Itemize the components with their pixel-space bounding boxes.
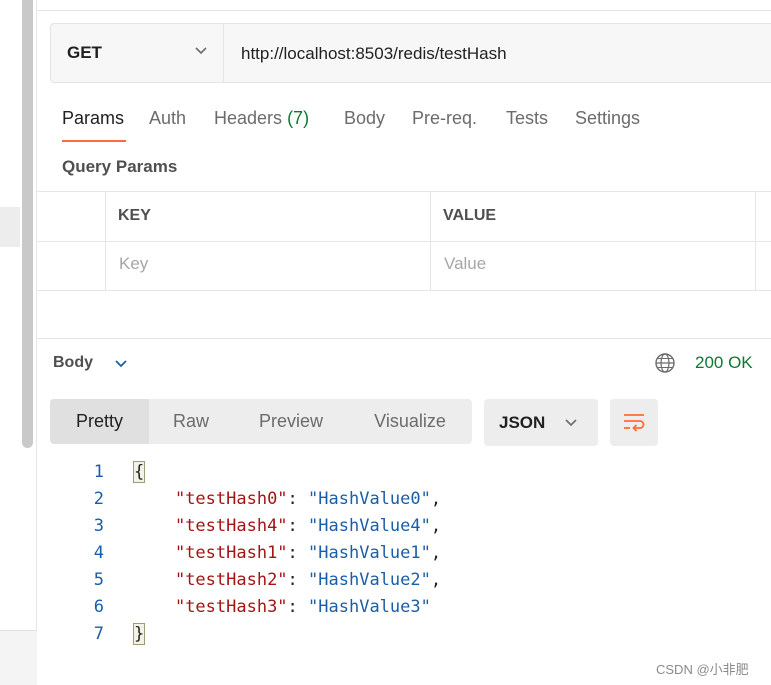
response-divider xyxy=(37,338,771,339)
chevron-down-icon xyxy=(565,419,577,427)
wrap-lines-icon xyxy=(624,414,645,432)
code-line: 5 "testHash2": "HashValue2", xyxy=(0,570,771,597)
tab-headers-label: Headers xyxy=(214,108,283,128)
key-input[interactable]: Key xyxy=(119,254,148,274)
sidebar-scrollbar[interactable] xyxy=(22,0,33,448)
format-select[interactable]: JSON xyxy=(484,399,598,446)
method-label: GET xyxy=(67,43,102,62)
table-column-divider xyxy=(755,192,756,290)
globe-icon[interactable] xyxy=(654,352,676,374)
chevron-down-icon xyxy=(195,47,207,55)
code-text: "testHash0": "HashValue0", xyxy=(134,489,441,509)
code-text: "testHash3": "HashValue3" xyxy=(134,597,431,617)
json-comma: , xyxy=(430,489,442,509)
json-separator: : xyxy=(287,570,309,590)
json-comma: , xyxy=(430,543,442,563)
code-line: 2 "testHash0": "HashValue0", xyxy=(0,489,771,516)
query-params-table: KEY VALUE Key Value xyxy=(37,191,771,291)
line-number: 2 xyxy=(93,489,104,509)
line-number: 6 xyxy=(93,597,104,617)
json-key: "testHash0" xyxy=(174,489,288,509)
line-number: 3 xyxy=(93,516,104,536)
tab-settings[interactable]: Settings xyxy=(575,108,640,129)
line-number: 4 xyxy=(93,543,104,563)
code-line: 3 "testHash4": "HashValue4", xyxy=(0,516,771,543)
headers-count-badge: (7) xyxy=(287,108,310,128)
json-comma: , xyxy=(430,516,442,536)
watermark: CSDN @小非肥 xyxy=(656,662,749,677)
line-number: 5 xyxy=(93,570,104,590)
chevron-down-icon[interactable] xyxy=(112,355,130,373)
active-tab-indicator xyxy=(62,140,126,142)
query-params-title: Query Params xyxy=(62,157,178,176)
url-input[interactable]: http://localhost:8503/redis/testHash xyxy=(241,44,507,64)
tab-params[interactable]: Params xyxy=(62,108,124,129)
json-key: "testHash1" xyxy=(174,543,288,563)
table-column-divider xyxy=(430,192,431,290)
json-value: "HashValue4" xyxy=(308,516,431,536)
json-value: "HashValue3" xyxy=(308,597,431,617)
line-number: 7 xyxy=(93,624,104,644)
json-value: "HashValue2" xyxy=(308,570,431,590)
status-badge[interactable]: 200 OK xyxy=(695,353,753,373)
view-tab-pretty[interactable]: Pretty xyxy=(50,399,149,444)
json-key: "testHash4" xyxy=(174,516,288,536)
code-line: 4 "testHash1": "HashValue1", xyxy=(0,543,771,570)
json-comma: , xyxy=(430,570,442,590)
tab-pre-request[interactable]: Pre-req. xyxy=(412,108,477,129)
json-separator: : xyxy=(287,597,309,617)
code-line: 7 } xyxy=(0,623,771,651)
json-value: "HashValue0" xyxy=(308,489,431,509)
json-separator: : xyxy=(287,543,309,563)
json-key: "testHash2" xyxy=(174,570,288,590)
top-divider xyxy=(37,10,771,11)
code-line: 6 "testHash3": "HashValue3" xyxy=(0,597,771,624)
column-header-key: KEY xyxy=(118,207,151,224)
response-view-tabs: Pretty Raw Preview Visualize xyxy=(50,399,472,444)
json-brace: } xyxy=(132,623,146,645)
line-number: 1 xyxy=(93,462,104,482)
json-key: "testHash3" xyxy=(174,597,288,617)
code-text: { xyxy=(132,461,146,483)
json-brace: { xyxy=(132,461,146,483)
method-select[interactable]: GET xyxy=(51,24,224,82)
json-separator: : xyxy=(287,516,309,536)
json-value: "HashValue1" xyxy=(308,543,431,563)
code-text: "testHash1": "HashValue1", xyxy=(134,543,441,563)
code-text: "testHash2": "HashValue2", xyxy=(134,570,441,590)
code-text: } xyxy=(132,623,146,645)
view-tab-visualize[interactable]: Visualize xyxy=(363,399,457,444)
tab-auth[interactable]: Auth xyxy=(149,108,186,129)
view-tab-raw[interactable]: Raw xyxy=(156,399,226,444)
json-separator: : xyxy=(287,489,309,509)
table-row-divider xyxy=(37,241,771,242)
table-column-divider xyxy=(105,192,106,290)
format-label: JSON xyxy=(499,413,546,432)
tab-tests[interactable]: Tests xyxy=(506,108,548,129)
tab-headers[interactable]: Headers (7) xyxy=(214,108,309,129)
wrap-lines-button[interactable] xyxy=(610,399,658,446)
response-body-label[interactable]: Body xyxy=(53,354,93,372)
sidebar-selected-item[interactable] xyxy=(0,207,20,247)
code-text: "testHash4": "HashValue4", xyxy=(134,516,441,536)
url-bar: GET http://localhost:8503/redis/testHash xyxy=(50,23,771,83)
view-tab-preview[interactable]: Preview xyxy=(246,399,336,444)
code-line: 1 { xyxy=(0,461,771,489)
tab-body[interactable]: Body xyxy=(344,108,385,129)
value-input[interactable]: Value xyxy=(444,254,486,274)
column-header-value: VALUE xyxy=(443,207,497,224)
